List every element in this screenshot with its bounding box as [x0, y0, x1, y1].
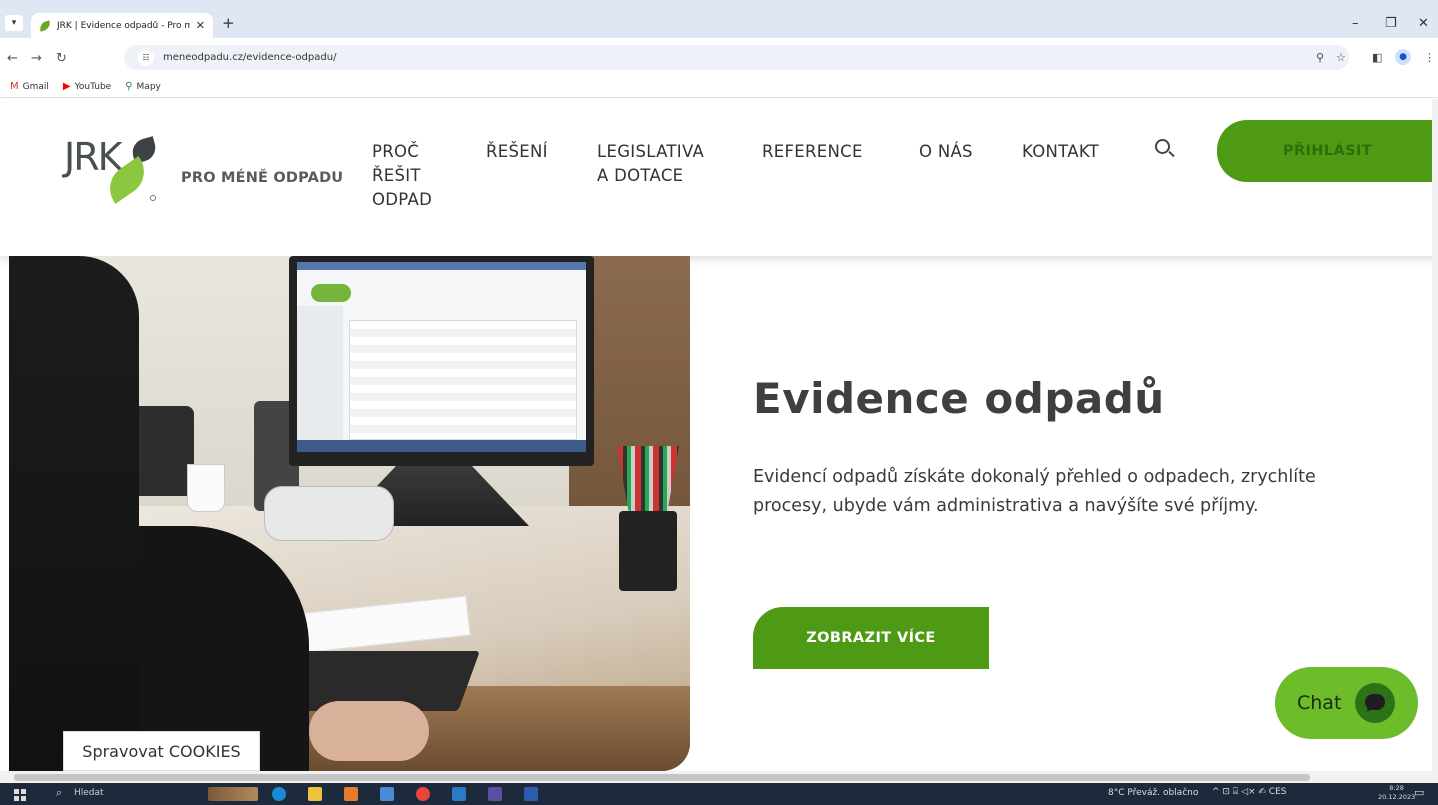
bookmark-label: YouTube — [74, 81, 112, 92]
menu-dots-icon[interactable]: ⋮ — [1424, 51, 1435, 64]
notification-icon[interactable]: ▭ — [1414, 786, 1424, 799]
zoom-icon[interactable]: ⚲ — [1316, 51, 1324, 64]
site-tagline: PRO MÉNĚ ODPADU — [181, 170, 344, 186]
bookmark-label: Mapy — [136, 81, 161, 92]
vertical-scrollbar[interactable] — [1432, 99, 1438, 771]
show-more-button[interactable]: ZOBRAZIT VÍCE — [753, 607, 989, 669]
nav-proc-resit-odpad[interactable]: PROČ ŘEŠIT ODPAD — [372, 140, 432, 212]
app-icon-orange[interactable] — [344, 787, 358, 801]
taskbar-clock[interactable]: 8:28 20.12.2023 — [1378, 784, 1415, 802]
manage-cookies-button[interactable]: Spravovat COOKIES — [63, 731, 260, 771]
leaf-favicon-icon — [37, 19, 53, 32]
taskbar-search-icon[interactable]: ⌕ — [56, 786, 62, 800]
chrome-icon[interactable] — [416, 787, 430, 801]
bookmark-gmail[interactable]: M Gmail — [10, 81, 49, 92]
hero-description: Evidencí odpadů získáte dokonalý přehled… — [753, 467, 1316, 516]
site-logo[interactable]: JRK — [64, 135, 164, 209]
clock-time: 8:28 — [1389, 784, 1404, 792]
edge-browser-icon[interactable] — [272, 787, 286, 801]
close-icon[interactable]: ✕ — [196, 19, 205, 32]
nav-kontakt[interactable]: KONTAKT — [1022, 140, 1099, 164]
reload-icon[interactable]: ↻ — [56, 51, 67, 66]
nav-o-nas[interactable]: O NÁS — [919, 140, 973, 164]
gmail-icon: M — [10, 81, 19, 92]
app-icon-purple[interactable] — [488, 787, 502, 801]
profile-avatar-icon[interactable]: ● — [1395, 49, 1411, 65]
map-pin-icon: ⚲ — [125, 81, 133, 92]
youtube-icon: ▶ — [62, 81, 71, 92]
tray-icons: ^ ⊡ ⌸ ◁× ✍ — [1212, 787, 1269, 797]
chat-label: Chat — [1297, 692, 1342, 714]
tab-search-button[interactable]: ▾ — [5, 15, 23, 31]
chat-bubble-icon — [1355, 683, 1396, 723]
taskbar-search-highlight-icon — [208, 787, 258, 801]
nav-reference[interactable]: REFERENCE — [762, 140, 863, 164]
back-arrow-icon[interactable]: ← — [7, 51, 18, 66]
registered-mark-icon — [150, 195, 156, 201]
minimize-icon[interactable]: – — [1352, 16, 1359, 31]
bookmark-star-icon[interactable]: ☆ — [1336, 51, 1346, 64]
word-icon[interactable] — [524, 787, 538, 801]
login-button[interactable]: PŘIHLÁSIT — [1217, 120, 1438, 182]
tray-language: CES — [1268, 787, 1287, 797]
browser-tabstrip — [0, 0, 1438, 38]
search-icon[interactable] — [1155, 139, 1175, 159]
site-info-icon[interactable]: ☷ — [138, 50, 154, 66]
nav-reseni[interactable]: ŘEŠENÍ — [486, 140, 548, 164]
horizontal-scrollbar-thumb[interactable] — [14, 774, 1310, 781]
taskbar-weather[interactable]: 8°C Převáž. oblačno — [1108, 788, 1198, 798]
forward-arrow-icon[interactable]: → — [31, 51, 42, 66]
bookmark-youtube[interactable]: ▶ YouTube — [63, 81, 111, 92]
chat-button[interactable]: Chat — [1275, 667, 1418, 739]
restore-icon[interactable]: ❐ — [1385, 16, 1397, 31]
hero-title: Evidence odpadů — [753, 374, 1165, 423]
window-close-icon[interactable]: ✕ — [1418, 16, 1429, 31]
clock-date: 20.12.2023 — [1378, 793, 1416, 801]
app-icon-blue[interactable] — [380, 787, 394, 801]
url-text[interactable]: meneodpadu.cz/evidence-odpadu/ — [163, 52, 336, 63]
system-tray-language[interactable]: ^ ⊡ ⌸ ◁× ✍ CES — [1212, 787, 1286, 797]
bookmark-mapy[interactable]: ⚲ Mapy — [125, 81, 161, 92]
side-panel-icon[interactable]: ◧ — [1372, 51, 1382, 64]
file-explorer-icon[interactable] — [308, 787, 322, 801]
taskbar-search-text[interactable]: Hledat — [74, 788, 104, 798]
nav-legislativa[interactable]: LEGISLATIVA A DOTACE — [597, 140, 704, 188]
new-tab-button[interactable]: + — [222, 14, 235, 32]
outlook-icon[interactable] — [452, 787, 466, 801]
bookmark-label: Gmail — [22, 81, 49, 92]
hero-photo — [9, 256, 690, 771]
windows-start-icon[interactable] — [14, 789, 26, 801]
bookmarks-bar: M Gmail ▶ YouTube ⚲ Mapy — [0, 76, 1438, 98]
logo-text: JRK — [64, 135, 123, 179]
site-header: JRK PRO MÉNĚ ODPADU PROČ ŘEŠIT ODPAD ŘEŠ… — [0, 99, 1438, 256]
tab-title: JRK | Evidence odpadů - Pro mé — [57, 20, 190, 31]
browser-tab[interactable]: JRK | Evidence odpadů - Pro mé ✕ — [31, 13, 213, 38]
